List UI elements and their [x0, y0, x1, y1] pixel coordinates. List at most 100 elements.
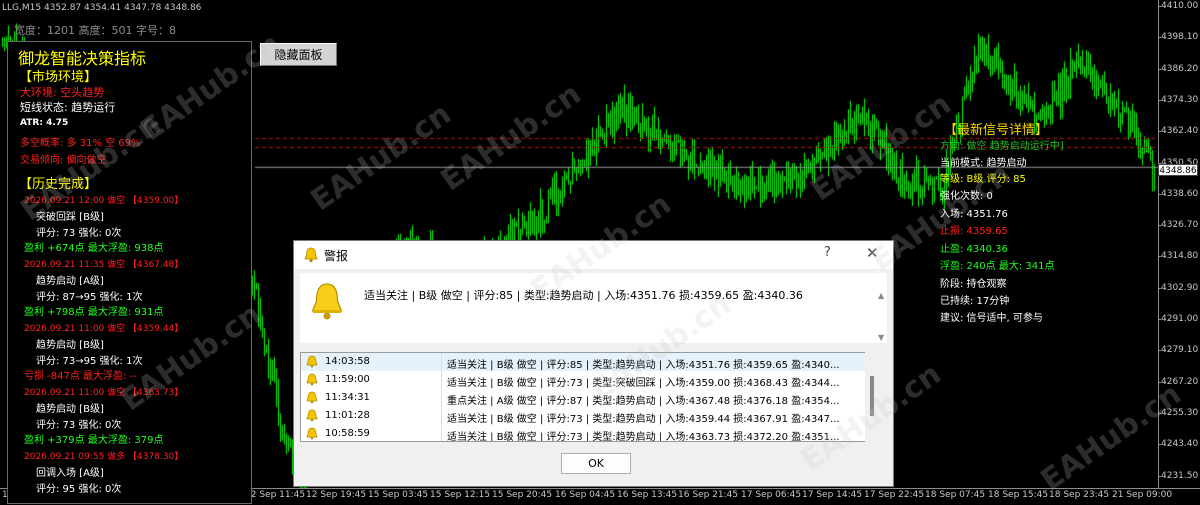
history-signal: 2026.09.21 11:00 做空 【4363.73】	[24, 388, 184, 398]
indicator-panel: 御龙智能决策指标 【市场环境】 大环境: 空头趋势 短线状态: 趋势运行 ATR…	[7, 41, 252, 504]
hide-panel-button[interactable]: 隐藏面板	[260, 43, 337, 66]
price-label: 4314.80	[1161, 251, 1199, 262]
price-label: 4410.00	[1161, 1, 1199, 11]
alert-row[interactable]: 11:01:28 适当关注 | B级 做空 | 评分:73 | 类型:趋势启动 |…	[301, 407, 870, 425]
history-score: 评分: 73 强化: 0次	[36, 228, 122, 239]
price-label: 4291.00	[1161, 314, 1199, 324]
atr-value: ATR: 4.75	[20, 118, 69, 128]
history-type: 趋势启动 [B级]	[36, 404, 104, 415]
ok-button[interactable]: OK	[561, 453, 631, 474]
alert-text: 适当关注 | B级 做空 | 评分:73 | 类型:趋势启动 | 入场:4359…	[447, 414, 840, 425]
alert-row[interactable]: 14:03:58 适当关注 | B级 做空 | 评分:85 | 类型:趋势启动 |…	[301, 353, 870, 371]
alert-time: 11:59:00	[325, 374, 370, 385]
alert-dialog: 警报 ? ✕ 适当关注 | B级 做空 | 评分:85 | 类型:趋势启动 | …	[293, 240, 894, 487]
history-result: 盈利 +379点 最大浮盈: 379点	[24, 435, 164, 446]
price-label: 4255.30	[1161, 407, 1199, 418]
price-label: 4338.60	[1161, 188, 1199, 199]
time-label: 16 Sep 04:45	[555, 490, 616, 500]
bell-icon	[306, 409, 318, 422]
signal-stage: 阶段: 持仓观察	[940, 279, 1007, 290]
alert-row[interactable]: 11:34:31 重点关注 | A级 做空 | 评分:87 | 类型:趋势启动 |…	[301, 389, 870, 407]
symbol-info: LLG,M15 4352.87 4354.41 4347.78 4348.86	[2, 3, 202, 13]
signal-boost: 强化次数: 0	[940, 191, 993, 202]
alert-time: 11:34:31	[325, 392, 370, 403]
history-signal: 2026.09.21 11:35 做空 【4367.48】	[24, 260, 184, 270]
history-score: 评分: 73→95 强化: 1次	[36, 356, 143, 367]
bell-icon	[306, 427, 318, 440]
signal-sl: 止损: 4359.65	[940, 226, 1008, 237]
price-label: 4267.20	[1161, 376, 1199, 387]
price-label: 4279.10	[1161, 345, 1199, 356]
close-button[interactable]: ✕	[866, 244, 879, 262]
signal-mode: 当前模式: 趋势启动	[940, 158, 1027, 169]
help-button[interactable]: ?	[824, 245, 831, 260]
history-score: 评分: 73 强化: 0次	[36, 420, 122, 431]
price-label: 4386.20	[1161, 63, 1199, 74]
probability: 多空概率: 多 31% 空 69%	[20, 138, 141, 149]
signal-tp: 止盈: 4340.36	[940, 244, 1008, 255]
time-label: 18 Sep 07:45	[925, 490, 986, 500]
big-env: 大环境: 空头趋势	[20, 86, 105, 99]
time-label: 18 Sep 23:45	[1049, 490, 1110, 500]
time-label: 16 Sep 21:45	[678, 490, 739, 500]
signal-header: 【最新信号详情】	[944, 123, 1049, 138]
history-score: 评分: 87→95 强化: 1次	[36, 292, 143, 303]
size-info: 宽度：1201 高度：501 字号：8	[14, 24, 176, 37]
price-label: 4374.30	[1161, 94, 1199, 105]
history-result: 亏损 -847点 最大浮盈: --	[24, 371, 137, 382]
alert-text: 适当关注 | B级 做空 | 评分:73 | 类型:趋势启动 | 入场:4363…	[447, 432, 840, 442]
alert-text: 重点关注 | A级 做空 | 评分:87 | 类型:趋势启动 | 入场:4367…	[447, 396, 840, 407]
time-label: 17 Sep 06:45	[741, 490, 802, 500]
time-label: 17 Sep 22:45	[864, 490, 925, 500]
market-header: 【市场环境】	[19, 70, 98, 85]
time-label: 16 Sep 13:45	[617, 490, 678, 500]
large-bell-icon	[311, 283, 343, 320]
history-type: 趋势启动 [A级]	[36, 276, 104, 287]
price-label: 4243.40	[1161, 439, 1199, 450]
alert-text: 适当关注 | B级 做空 | 评分:73 | 类型:突破回踩 | 入场:4359…	[447, 378, 840, 389]
time-label: 12 Sep 11:45	[245, 490, 306, 500]
alert-time: 11:01:28	[325, 410, 370, 421]
history-score: 评分: 95 强化: 0次	[36, 484, 122, 495]
history-type: 趋势启动 [B级]	[36, 340, 104, 351]
history-result: 盈利 +674点 最大浮盈: 938点	[24, 243, 164, 254]
time-label: 15 Sep 12:15	[430, 490, 491, 500]
time-label: 21 Sep 09:00	[1112, 490, 1173, 500]
list-scrollbar[interactable]	[865, 352, 881, 442]
message-area: 适当关注 | B级 做空 | 评分:85 | 类型:趋势启动 | 入场:4351…	[300, 273, 887, 343]
signal-duration: 已持续: 17分钟	[940, 296, 1010, 307]
dialog-titlebar: 警报 ? ✕	[294, 241, 893, 269]
trade-bias: 交易倾向: 偏向做空	[20, 155, 107, 166]
history-signal: 2026.09.21 09:55 做多 【4378.30】	[24, 452, 184, 462]
history-signal: 2026.09.21 11:00 做空 【4359.44】	[24, 324, 184, 334]
price-label: 4231.50	[1161, 470, 1199, 481]
alert-message: 适当关注 | B级 做空 | 评分:85 | 类型:趋势启动 | 入场:4351…	[364, 289, 803, 302]
bell-icon	[304, 247, 318, 263]
signal-advice: 建议: 信号适中, 可参与	[940, 313, 1043, 324]
alert-row[interactable]: 11:59:00 适当关注 | B级 做空 | 评分:73 | 类型:突破回踩 |…	[301, 371, 870, 389]
time-label: 17 Sep 14:45	[802, 490, 863, 500]
alert-history-list[interactable]: 14:03:58 适当关注 | B级 做空 | 评分:85 | 类型:趋势启动 |…	[300, 352, 871, 442]
time-label: 15 Sep 20:45	[492, 490, 553, 500]
price-label: 4398.10	[1161, 32, 1199, 43]
dialog-title: 警报	[324, 249, 349, 263]
history-type: 回调入场 [A级]	[36, 468, 104, 479]
scroll-up-icon[interactable]: ▲	[878, 291, 884, 300]
scroll-down-icon[interactable]: ▼	[878, 333, 884, 342]
time-label: 18 Sep 15:45	[988, 490, 1049, 500]
alert-row[interactable]: 10:58:59 适当关注 | B级 做空 | 评分:73 | 类型:趋势启动 |…	[301, 425, 870, 442]
signal-float: 浮盈: 240点 最大: 341点	[940, 261, 1055, 272]
history-header: 【历史完成】	[19, 177, 98, 192]
alert-time: 14:03:58	[325, 356, 370, 367]
signal-direction: 方向: 做空 趋势启动运行中]	[940, 141, 1064, 152]
alert-text: 适当关注 | B级 做空 | 评分:85 | 类型:趋势启动 | 入场:4351…	[447, 360, 840, 371]
signal-grade: 等级: B级 评分: 85	[940, 174, 1026, 185]
price-label: 4326.70	[1161, 220, 1199, 231]
signal-entry: 入场: 4351.76	[940, 209, 1008, 220]
time-label: 15 Sep 03:45	[368, 490, 429, 500]
bell-icon	[306, 373, 318, 386]
time-label: 12 Sep 19:45	[306, 490, 367, 500]
short-state: 短线状态: 趋势运行	[20, 101, 116, 114]
history-signal: 2026.09.21 12:00 做空 【4359.00】	[24, 196, 184, 206]
price-label: 4362.40	[1161, 126, 1199, 137]
